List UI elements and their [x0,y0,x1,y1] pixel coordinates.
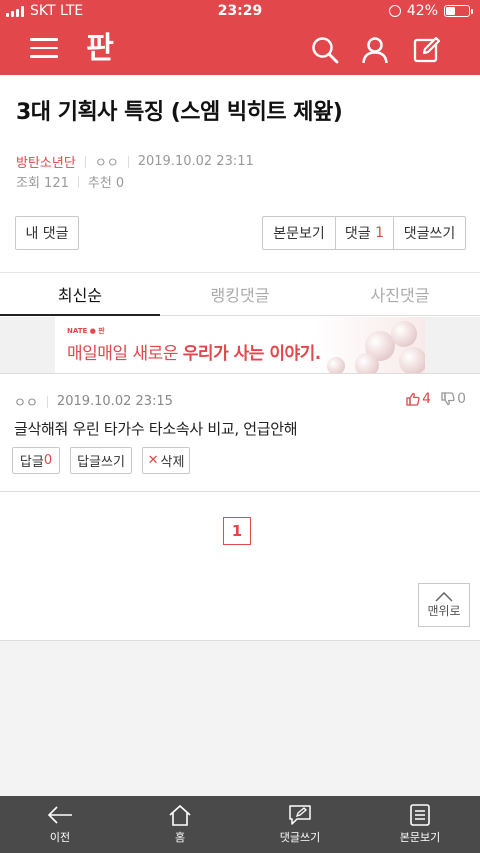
status-bar: SKT LTE 23:29 42% [0,0,480,24]
delete-label: 삭제 [160,455,185,470]
view-post-button[interactable]: 본문보기 [263,217,335,249]
post-meta: 방탄소년단 ㅇㅇ 2019.10.02 23:11 [16,152,254,171]
nav-back[interactable]: 이전 [0,796,120,853]
nav-view-post[interactable]: 본문보기 [360,796,480,853]
ad-text: 매일매일 새로운 우리가 사는 이야기. [67,339,321,364]
post-recommend: 추천 0 [87,176,125,191]
reply-count: 0 [43,453,53,468]
comments-button[interactable]: 댓글 1 [335,217,393,249]
like-button[interactable]: 4 [406,391,431,407]
divider [0,373,480,374]
pann-logo[interactable]: 판 [82,30,118,68]
battery-icon [444,5,473,17]
pearl-decoration [327,357,345,373]
post-category[interactable]: 방탄소년단 [16,152,76,171]
ad-area: NATE ● 판 매일매일 새로운 우리가 사는 이야기. [0,317,480,373]
battery-percent: 42% [406,3,438,19]
pearl-decoration [399,347,425,373]
ad-text-prefix: 매일매일 새로운 [67,344,183,364]
comment-author: ㅇㅇ [14,396,38,411]
menu-icon[interactable] [30,38,58,60]
write-comment-button[interactable]: 댓글쓰기 [393,217,465,249]
nav-back-label: 이전 [49,831,71,844]
nav-write-comment[interactable]: 댓글쓰기 [240,796,360,853]
thumbs-down-icon [441,392,455,406]
pearl-decoration [355,353,379,373]
write-reply-button[interactable]: 답글쓰기 [70,447,132,474]
like-count: 4 [422,391,432,407]
post-action-group: 본문보기 댓글 1 댓글쓰기 [262,216,466,250]
comment-write-icon [289,805,311,825]
home-icon [169,804,191,826]
dislike-count: 0 [457,391,466,407]
thumbs-up-icon [406,392,420,406]
footer-area [0,641,480,796]
post-date: 2019.10.02 23:11 [137,154,254,169]
my-comments-button[interactable]: 내 댓글 [15,216,79,250]
status-right: 42% [388,3,473,19]
tab-latest[interactable]: 최신순 [0,273,160,316]
write-icon[interactable] [412,35,442,65]
scroll-top-button[interactable]: 맨위로 [418,583,470,627]
app-header: 판 [0,24,480,75]
ad-banner[interactable]: NATE ● 판 매일매일 새로운 우리가 사는 이야기. [55,317,425,373]
post-views: 조회 121 [16,176,69,191]
back-arrow-icon [47,806,72,824]
comment-votes: 4 0 [406,391,466,407]
reply-count-button[interactable]: 답글 0 [12,447,60,474]
meta-divider [46,395,48,408]
comment-text: 글삭해줘 우린 타가수 타소속사 비교, 언급안해 [14,420,298,438]
page-number-current[interactable]: 1 [223,517,251,545]
scroll-top-label: 맨위로 [427,603,461,618]
delete-icon: ✕ [147,453,159,468]
tab-photo[interactable]: 사진댓글 [320,273,480,315]
comments-label: 댓글 [344,226,371,242]
rotation-lock-icon [388,5,401,17]
dislike-button[interactable]: 0 [441,391,466,407]
chevron-up-icon [435,591,453,602]
search-icon[interactable] [310,35,340,65]
reply-label: 답글 [19,455,44,470]
delete-button[interactable]: ✕ 삭제 [142,447,190,474]
meta-divider [84,155,86,168]
comment-meta: ㅇㅇ 2019.10.02 23:15 [14,392,173,411]
nav-home-label: 홈 [174,831,186,844]
document-icon [410,804,430,826]
ad-brand: NATE ● 판 [67,327,105,335]
divider [0,491,480,492]
ad-text-bold: 우리가 사는 이야기. [182,344,321,364]
pearl-decoration [391,321,417,347]
meta-divider [127,155,129,168]
tab-ranking[interactable]: 랭킹댓글 [160,273,320,315]
comments-count: 1 [375,225,385,241]
user-icon[interactable] [360,35,390,65]
comment-date: 2019.10.02 23:15 [56,394,173,409]
post-title: 3대 기획사 특징 (스엠 빅히트 제왚) [16,100,343,125]
nav-home[interactable]: 홈 [120,796,240,853]
nav-view-post-label: 본문보기 [399,831,441,844]
nav-write-comment-label: 댓글쓰기 [279,831,321,844]
meta-divider [77,175,79,188]
bottom-nav: 이전 홈 댓글쓰기 본문보기 [0,796,480,853]
post-author: ㅇㅇ [94,156,119,171]
comment-sort-tabs: 최신순 랭킹댓글 사진댓글 [0,273,480,316]
post-stats: 조회 121 추천 0 [16,172,124,191]
